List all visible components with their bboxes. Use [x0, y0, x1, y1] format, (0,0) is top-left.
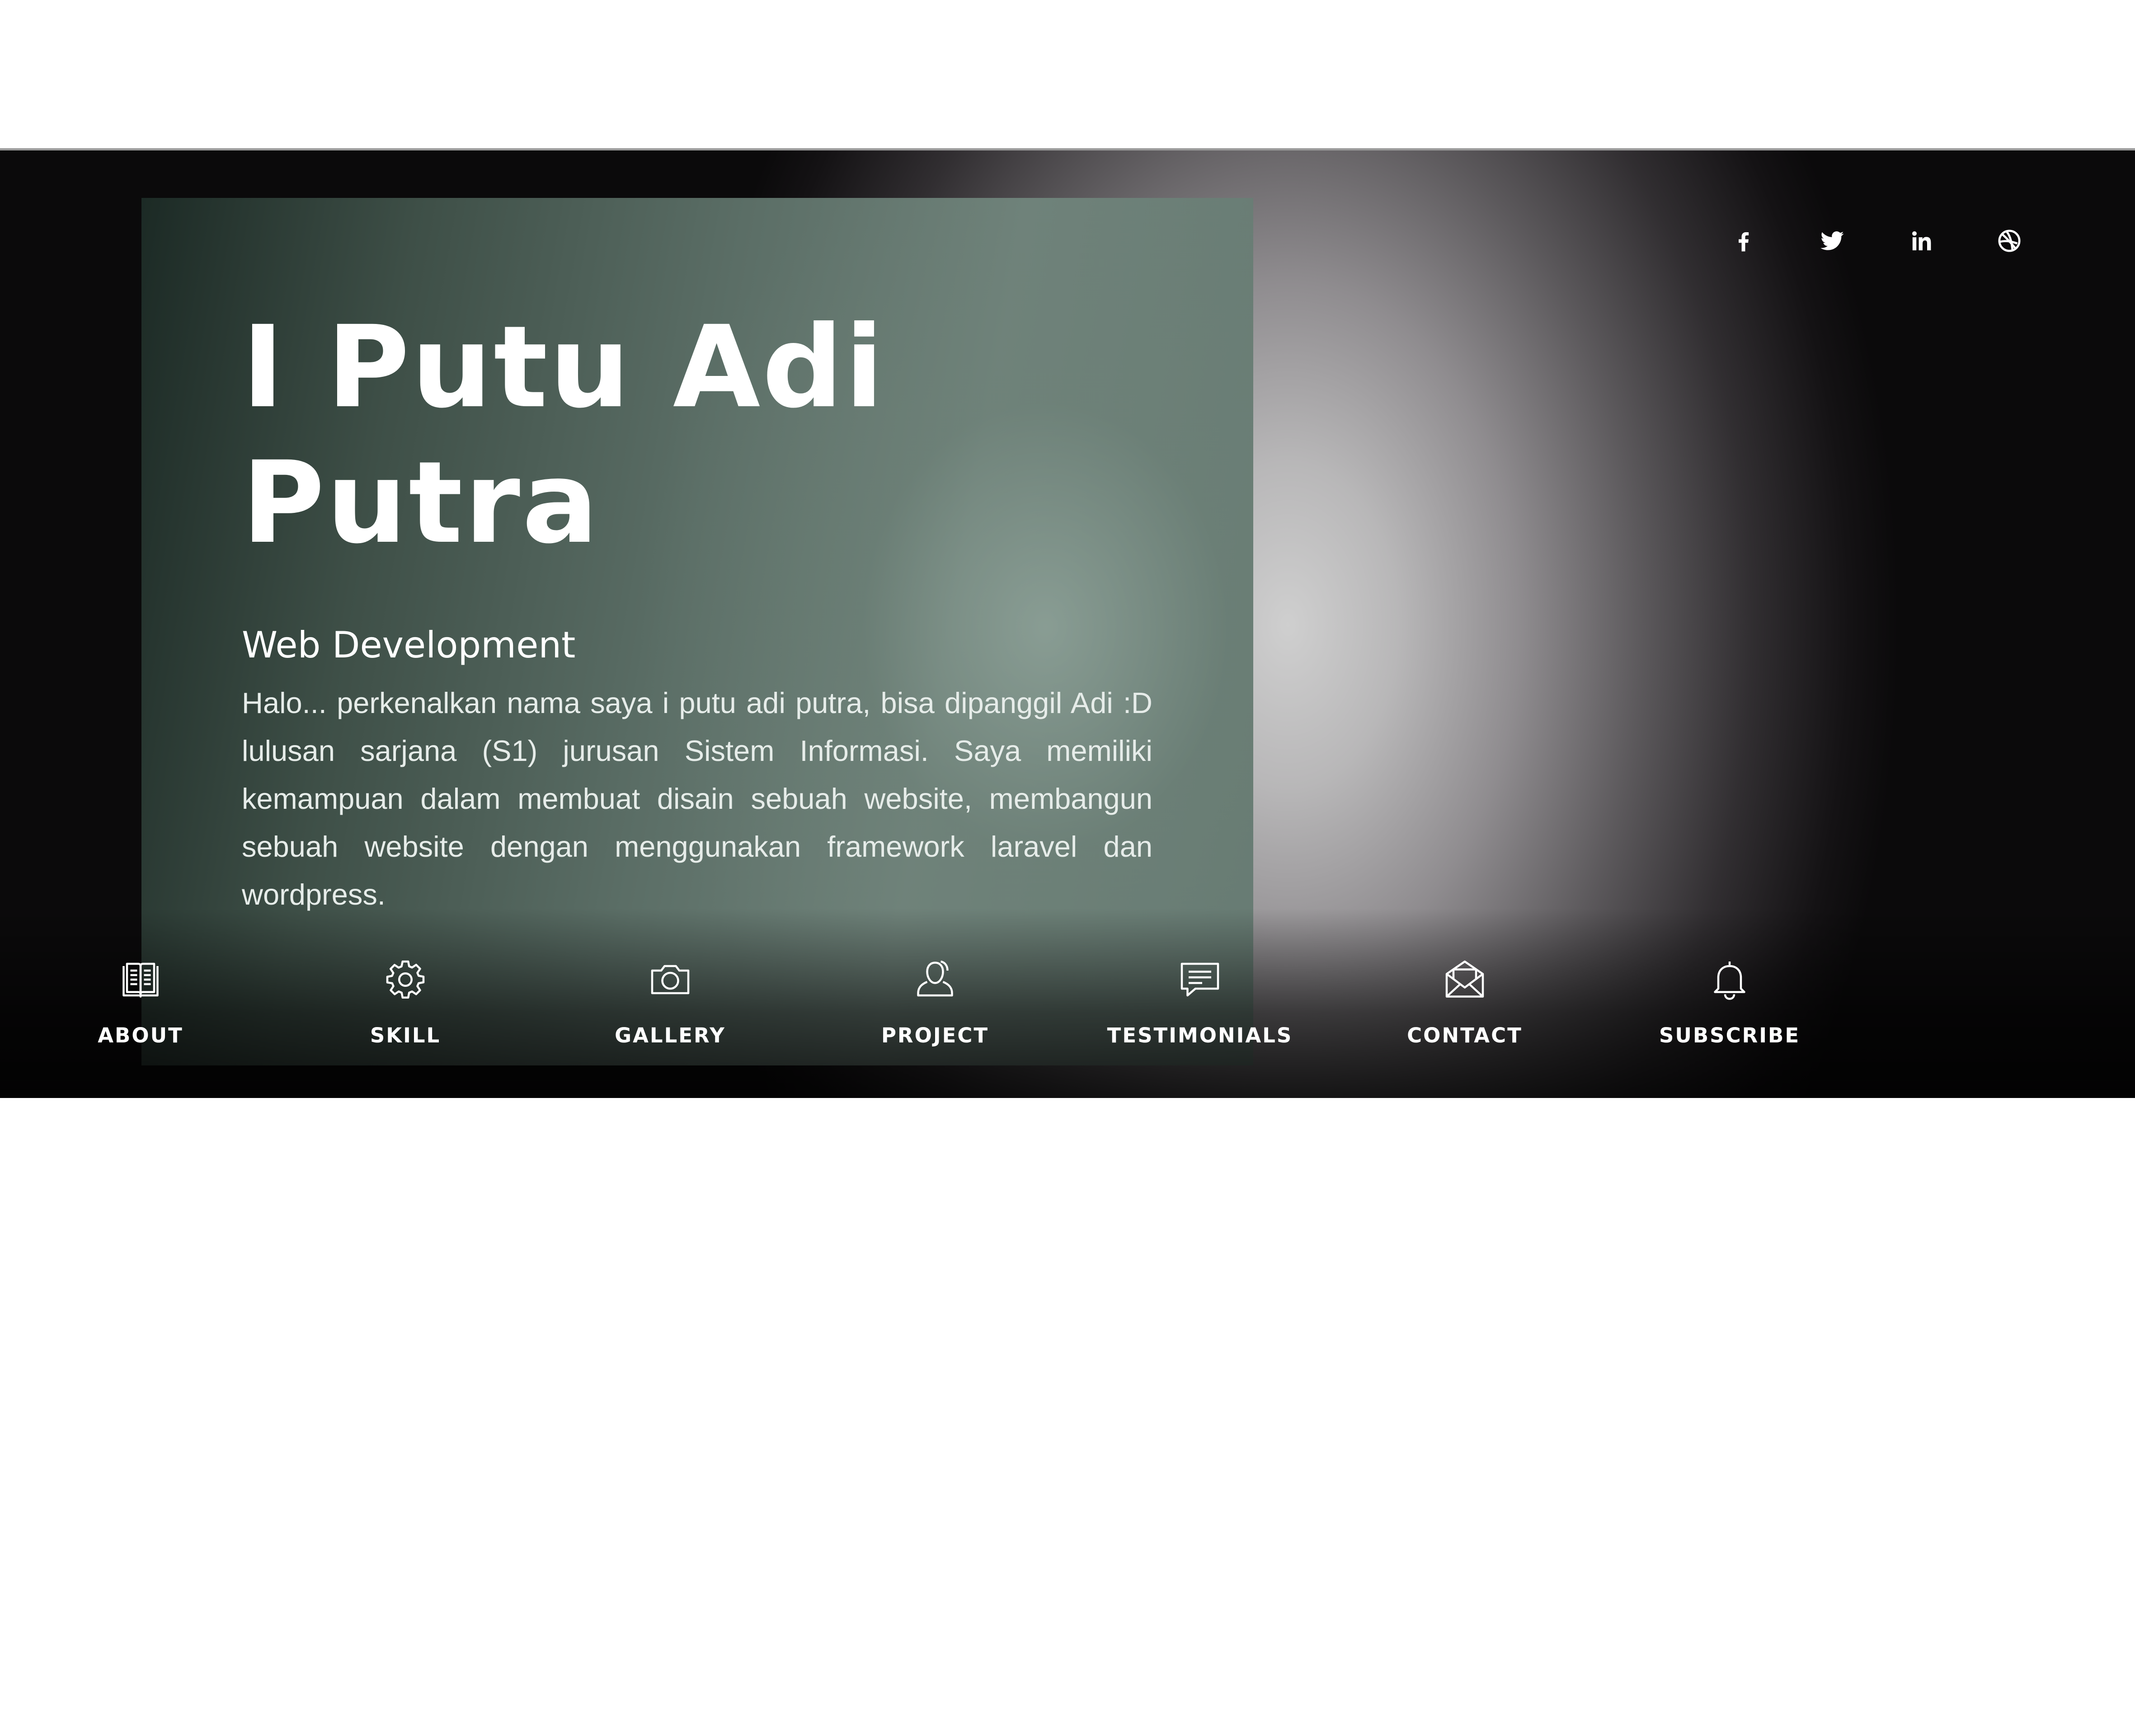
nav-testimonials-label: TESTIMONIALS	[1107, 1023, 1293, 1047]
nav-gallery-label: GALLERY	[615, 1023, 726, 1047]
name-line-2: Putra	[242, 437, 600, 568]
linkedin-link[interactable]	[1876, 214, 1965, 268]
twitter-icon	[1820, 231, 1844, 250]
nav-contact-label: CONTACT	[1407, 1023, 1523, 1047]
nav-skill-label: SKILL	[370, 1023, 441, 1047]
bio-text: Halo... perkenalkan nama saya i putu adi…	[242, 686, 1152, 911]
nav-testimonials[interactable]: TESTIMONIALS	[1068, 955, 1332, 1047]
dribbble-link[interactable]	[1965, 214, 2054, 268]
user-icon	[910, 955, 960, 1004]
facebook-icon	[1739, 232, 1749, 252]
section-nav: ABOUT SKILL GALLERY PROJECT TESTIMONIALS	[8, 955, 1997, 1047]
gear-icon	[381, 955, 430, 1004]
camera-icon	[645, 955, 695, 1004]
book-icon	[116, 955, 165, 1004]
nav-subscribe-label: SUBSCRIBE	[1659, 1023, 1801, 1047]
nav-project[interactable]: PROJECT	[803, 955, 1068, 1047]
nav-gallery[interactable]: GALLERY	[538, 955, 803, 1047]
name-line-1: I Putu Adi	[242, 301, 885, 433]
intro-content: I Putu Adi Putra Web Development Halo... …	[242, 300, 1152, 919]
role-subtitle: Web Development	[242, 624, 576, 666]
hero-section: I Putu Adi Putra Web Development Halo... …	[0, 148, 2135, 1098]
nav-about-label: ABOUT	[98, 1023, 183, 1047]
dribbble-icon	[1998, 230, 2021, 252]
linkedin-icon	[1912, 231, 1931, 250]
nav-about[interactable]: ABOUT	[8, 955, 273, 1047]
social-links	[1699, 214, 2054, 268]
bell-icon	[1705, 955, 1754, 1004]
nav-subscribe[interactable]: SUBSCRIBE	[1597, 955, 1862, 1047]
nav-skill[interactable]: SKILL	[273, 955, 538, 1047]
nav-contact[interactable]: CONTACT	[1332, 955, 1597, 1047]
twitter-link[interactable]	[1788, 214, 1876, 268]
facebook-link[interactable]	[1699, 214, 1788, 268]
page-title: I Putu Adi Putra	[242, 300, 1152, 571]
nav-project-label: PROJECT	[881, 1023, 989, 1047]
envelope-icon	[1440, 955, 1490, 1004]
chat-icon	[1175, 955, 1225, 1004]
